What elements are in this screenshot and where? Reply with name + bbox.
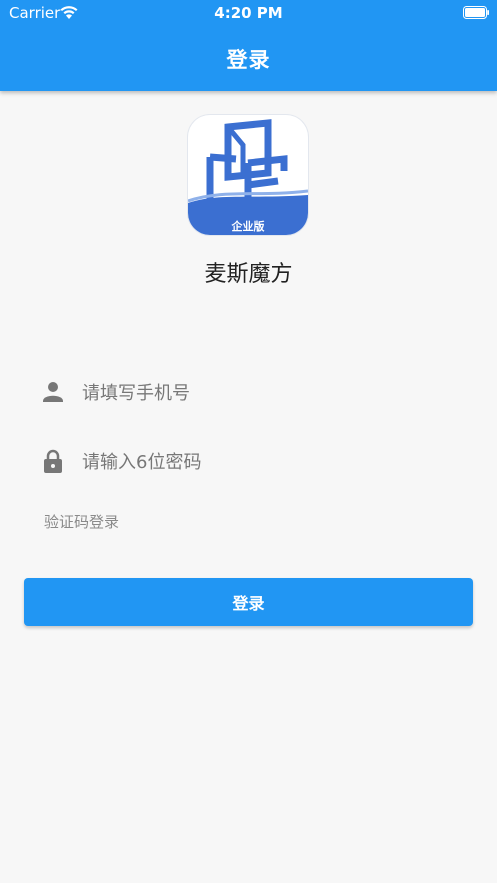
phone-field <box>40 375 460 411</box>
password-input[interactable] <box>82 444 442 480</box>
app-name: 麦斯魔方 <box>204 262 293 287</box>
phone-input[interactable] <box>82 375 442 411</box>
app-logo-graphic <box>188 119 308 235</box>
lock-icon <box>44 449 62 473</box>
app-bar: Carrier 4:20 PM 登录 <box>0 0 497 91</box>
status-time: 4:20 PM <box>214 4 283 22</box>
password-field <box>40 444 460 480</box>
person-icon <box>43 382 63 402</box>
logo-badge: 企业版 <box>231 220 265 233</box>
page-title: 登录 <box>226 48 271 72</box>
app-logo: 企业版 <box>188 115 308 235</box>
battery-icon <box>463 6 489 19</box>
code-login-link[interactable]: 验证码登录 <box>44 511 119 532</box>
login-button[interactable]: 登录 <box>24 578 473 626</box>
status-bar: Carrier 4:20 PM <box>0 0 497 26</box>
